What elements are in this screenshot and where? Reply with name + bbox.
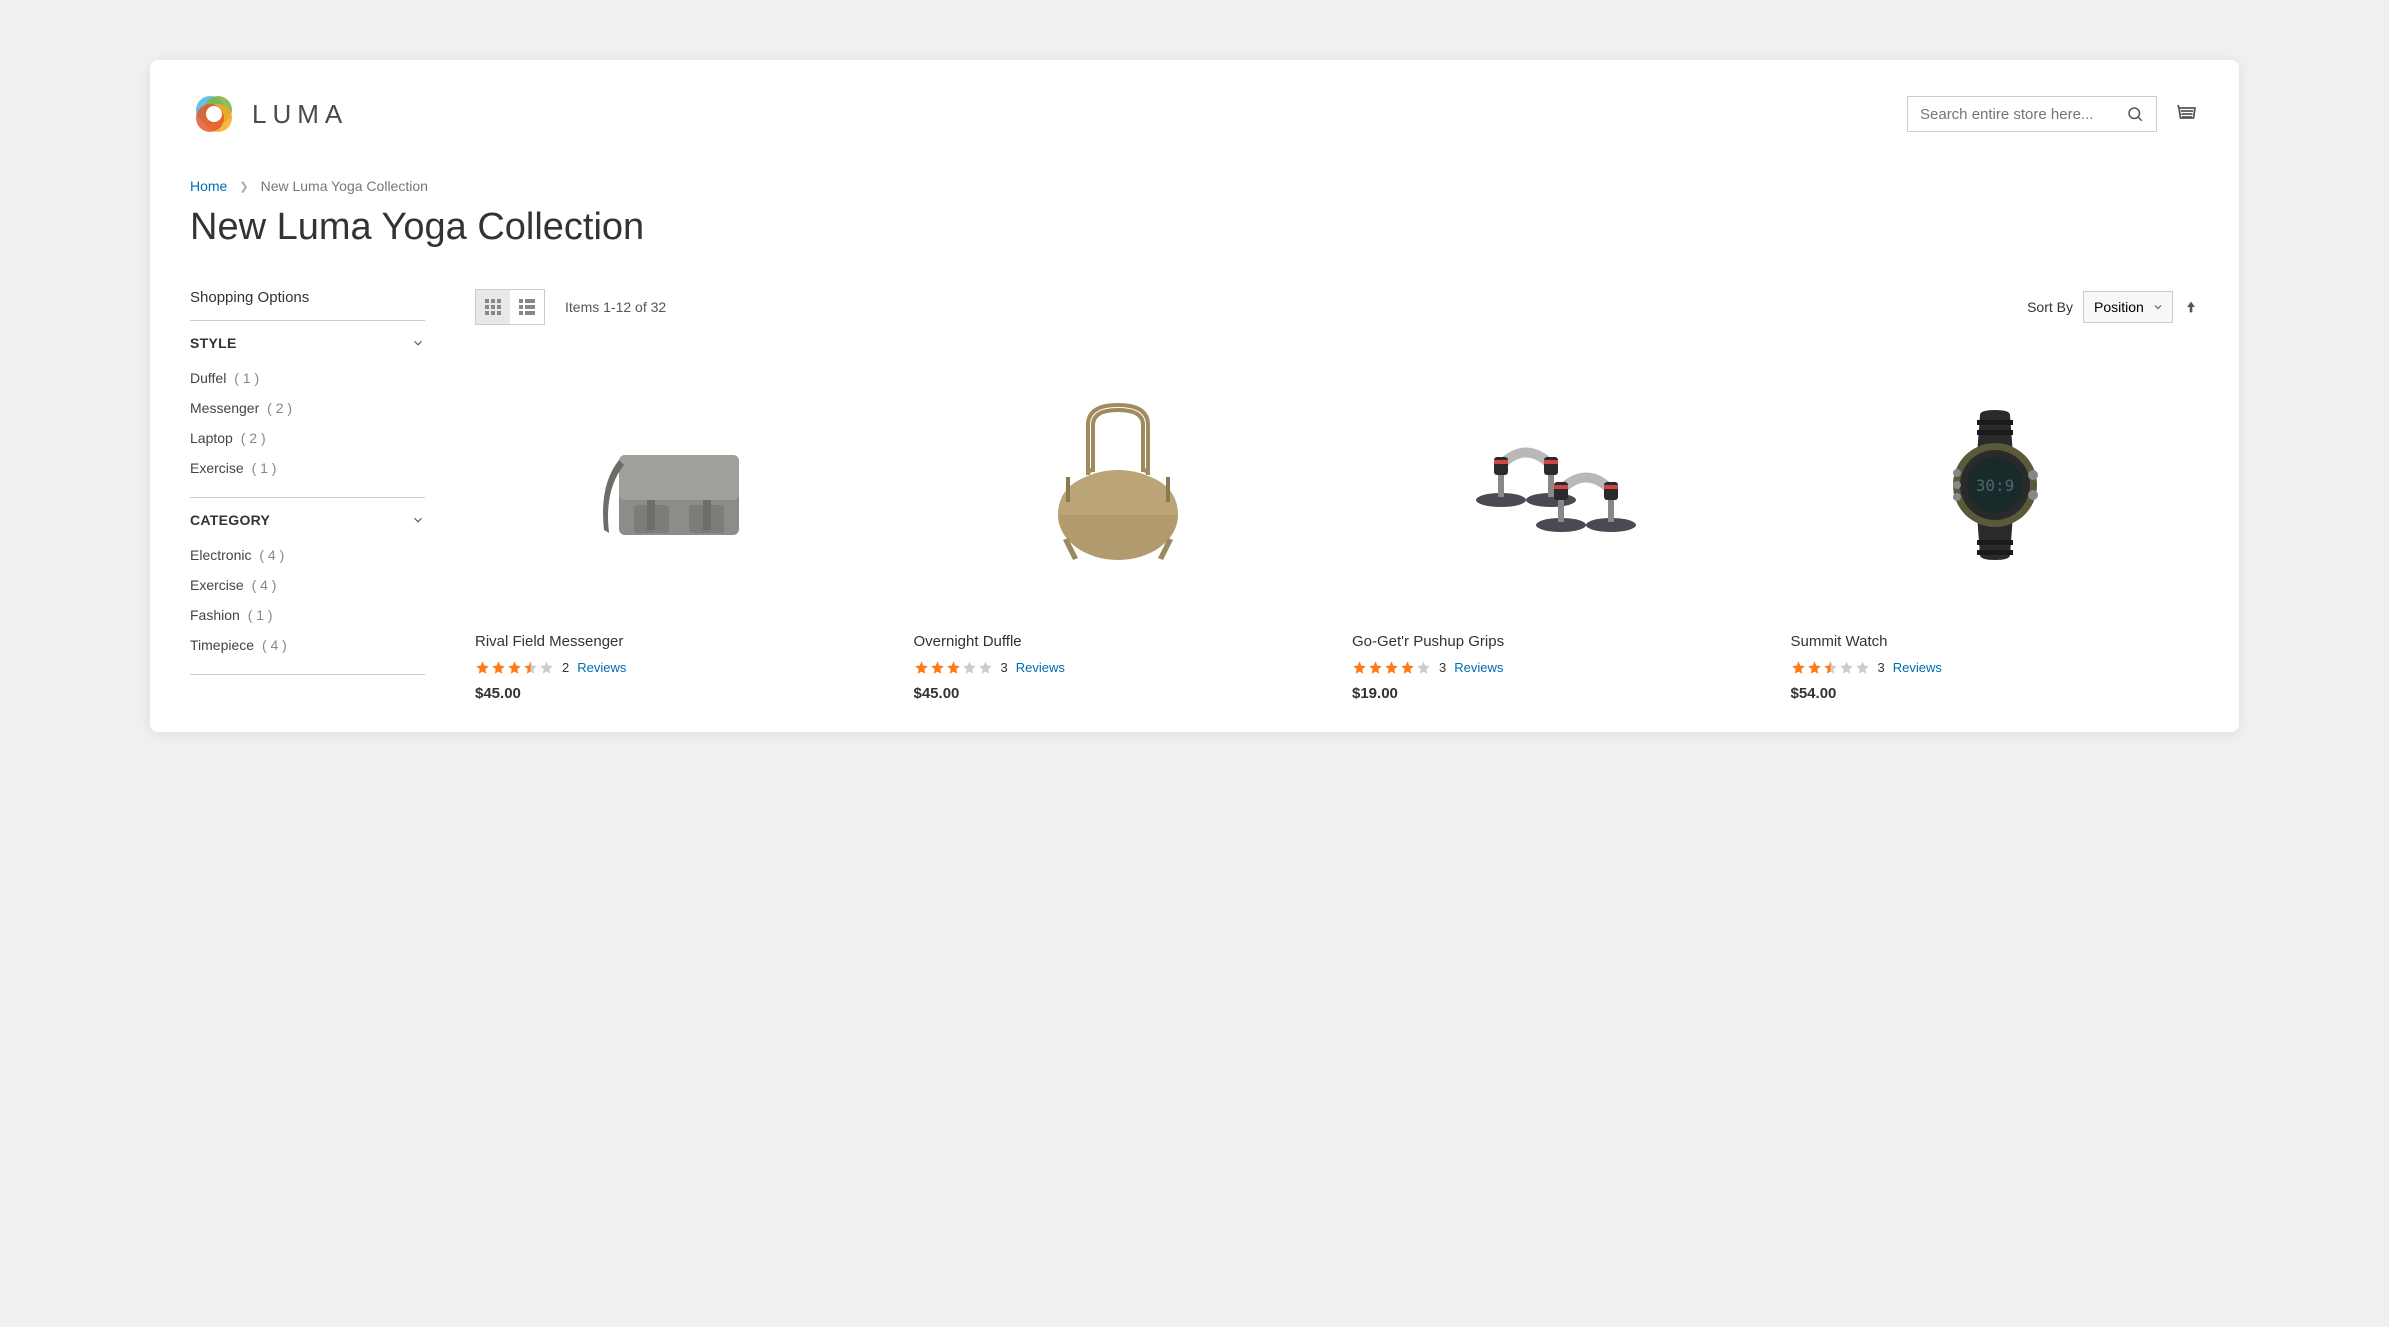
review-label: Reviews xyxy=(1893,660,1942,675)
facet-item-exercise-cat[interactable]: Exercise ( 4 ) xyxy=(190,570,425,600)
logo-icon xyxy=(190,90,238,138)
review-count: 3 xyxy=(1439,660,1446,675)
product-name: Go-Get'r Pushup Grips xyxy=(1352,633,1761,650)
product-name: Summit Watch xyxy=(1791,633,2200,650)
product-reviews[interactable]: 3 Reviews xyxy=(1791,660,2200,675)
product-image xyxy=(1352,355,1761,615)
sort-select[interactable]: Position xyxy=(2083,291,2173,323)
facet-item-label: Laptop xyxy=(190,430,233,446)
review-label: Reviews xyxy=(1016,660,1065,675)
facet-item-label: Duffel xyxy=(190,370,226,386)
review-count: 3 xyxy=(1878,660,1885,675)
toolbar: Items 1-12 of 32 Sort By Position xyxy=(475,289,2199,325)
logo[interactable]: LUMA xyxy=(190,90,348,138)
facet-item-timepiece[interactable]: Timepiece ( 4 ) xyxy=(190,630,425,660)
list-icon xyxy=(519,299,535,315)
facet-category-header[interactable]: CATEGORY xyxy=(190,512,425,528)
rating-stars xyxy=(914,660,993,675)
facet-item-label: Exercise xyxy=(190,577,244,593)
search-box[interactable] xyxy=(1907,96,2157,132)
product-image xyxy=(475,355,884,615)
facet-item-label: Timepiece xyxy=(190,637,254,653)
rating-stars xyxy=(475,660,554,675)
sort-label: Sort By xyxy=(2027,299,2073,315)
facet-item-count: ( 1 ) xyxy=(248,607,273,623)
facet-item-count: ( 4 ) xyxy=(259,547,284,563)
facet-item-label: Electronic xyxy=(190,547,251,563)
cart-icon[interactable] xyxy=(2175,102,2199,126)
facet-item-count: ( 2 ) xyxy=(267,400,292,416)
svg-text:30:9: 30:9 xyxy=(1975,476,2014,495)
grid-icon xyxy=(485,299,501,315)
product-price: $45.00 xyxy=(914,685,1323,702)
product-price: $19.00 xyxy=(1352,685,1761,702)
product-grid: Rival Field Messenger 2 Reviews $45.00 xyxy=(475,355,2199,702)
header: LUMA xyxy=(190,90,2199,138)
search-input[interactable] xyxy=(1920,106,2126,123)
review-count: 2 xyxy=(562,660,569,675)
page-container: LUMA Home ❯ New Luma Yoga Collection New… xyxy=(150,60,2239,732)
facet-item-electronic[interactable]: Electronic ( 4 ) xyxy=(190,540,425,570)
sidebar: Shopping Options STYLE Duffel ( 1 ) Mess… xyxy=(190,289,425,702)
facet-style-items: Duffel ( 1 ) Messenger ( 2 ) Laptop ( 2 … xyxy=(190,363,425,483)
facet-item-exercise[interactable]: Exercise ( 1 ) xyxy=(190,453,425,483)
search-icon[interactable] xyxy=(2126,105,2144,123)
sort-direction-icon[interactable] xyxy=(2183,299,2199,315)
review-label: Reviews xyxy=(1454,660,1503,675)
facet-item-laptop[interactable]: Laptop ( 2 ) xyxy=(190,423,425,453)
view-mode-grid[interactable] xyxy=(476,290,510,324)
facet-style-header[interactable]: STYLE xyxy=(190,335,425,351)
facet-item-label: Messenger xyxy=(190,400,259,416)
product-reviews[interactable]: 3 Reviews xyxy=(914,660,1323,675)
facet-item-count: ( 1 ) xyxy=(252,460,277,476)
product-card[interactable]: Overnight Duffle 3 Reviews $45.00 xyxy=(914,355,1323,702)
chevron-down-icon xyxy=(411,336,425,350)
product-name: Overnight Duffle xyxy=(914,633,1323,650)
sidebar-title: Shopping Options xyxy=(190,289,425,321)
product-reviews[interactable]: 3 Reviews xyxy=(1352,660,1761,675)
toolbar-right: Sort By Position xyxy=(2027,291,2199,323)
review-count: 3 xyxy=(1001,660,1008,675)
main: Items 1-12 of 32 Sort By Position xyxy=(475,289,2199,702)
toolbar-count: Items 1-12 of 32 xyxy=(565,299,666,315)
header-actions xyxy=(1907,96,2199,132)
facet-item-fashion[interactable]: Fashion ( 1 ) xyxy=(190,600,425,630)
breadcrumb: Home ❯ New Luma Yoga Collection xyxy=(190,178,2199,194)
page-title: New Luma Yoga Collection xyxy=(190,206,2199,249)
facet-style-title: STYLE xyxy=(190,335,237,351)
rating-stars xyxy=(1352,660,1431,675)
facet-item-duffel[interactable]: Duffel ( 1 ) xyxy=(190,363,425,393)
facet-item-count: ( 2 ) xyxy=(241,430,266,446)
logo-text: LUMA xyxy=(252,99,348,130)
product-price: $45.00 xyxy=(475,685,884,702)
facet-item-count: ( 4 ) xyxy=(252,577,277,593)
product-card[interactable]: Go-Get'r Pushup Grips 3 Reviews $19.00 xyxy=(1352,355,1761,702)
breadcrumb-home[interactable]: Home xyxy=(190,178,227,194)
facet-category: CATEGORY Electronic ( 4 ) Exercise ( 4 )… xyxy=(190,498,425,675)
layout: Shopping Options STYLE Duffel ( 1 ) Mess… xyxy=(190,289,2199,702)
facet-item-label: Exercise xyxy=(190,460,244,476)
view-mode-list[interactable] xyxy=(510,290,544,324)
facet-item-count: ( 4 ) xyxy=(262,637,287,653)
product-image: 30:9 xyxy=(1791,355,2200,615)
view-mode-switcher xyxy=(475,289,545,325)
product-card[interactable]: Rival Field Messenger 2 Reviews $45.00 xyxy=(475,355,884,702)
chevron-right-icon: ❯ xyxy=(239,180,248,193)
product-name: Rival Field Messenger xyxy=(475,633,884,650)
chevron-down-icon xyxy=(411,513,425,527)
toolbar-left: Items 1-12 of 32 xyxy=(475,289,666,325)
rating-stars xyxy=(1791,660,1870,675)
facet-item-label: Fashion xyxy=(190,607,240,623)
facet-style: STYLE Duffel ( 1 ) Messenger ( 2 ) Lapto… xyxy=(190,321,425,498)
facet-item-count: ( 1 ) xyxy=(234,370,259,386)
facet-item-messenger[interactable]: Messenger ( 2 ) xyxy=(190,393,425,423)
facet-category-title: CATEGORY xyxy=(190,512,270,528)
review-label: Reviews xyxy=(577,660,626,675)
product-image xyxy=(914,355,1323,615)
product-reviews[interactable]: 2 Reviews xyxy=(475,660,884,675)
breadcrumb-current: New Luma Yoga Collection xyxy=(261,178,428,194)
product-card[interactable]: 30:9 Summit Watch 3 Reviews xyxy=(1791,355,2200,702)
facet-category-items: Electronic ( 4 ) Exercise ( 4 ) Fashion … xyxy=(190,540,425,660)
product-price: $54.00 xyxy=(1791,685,2200,702)
